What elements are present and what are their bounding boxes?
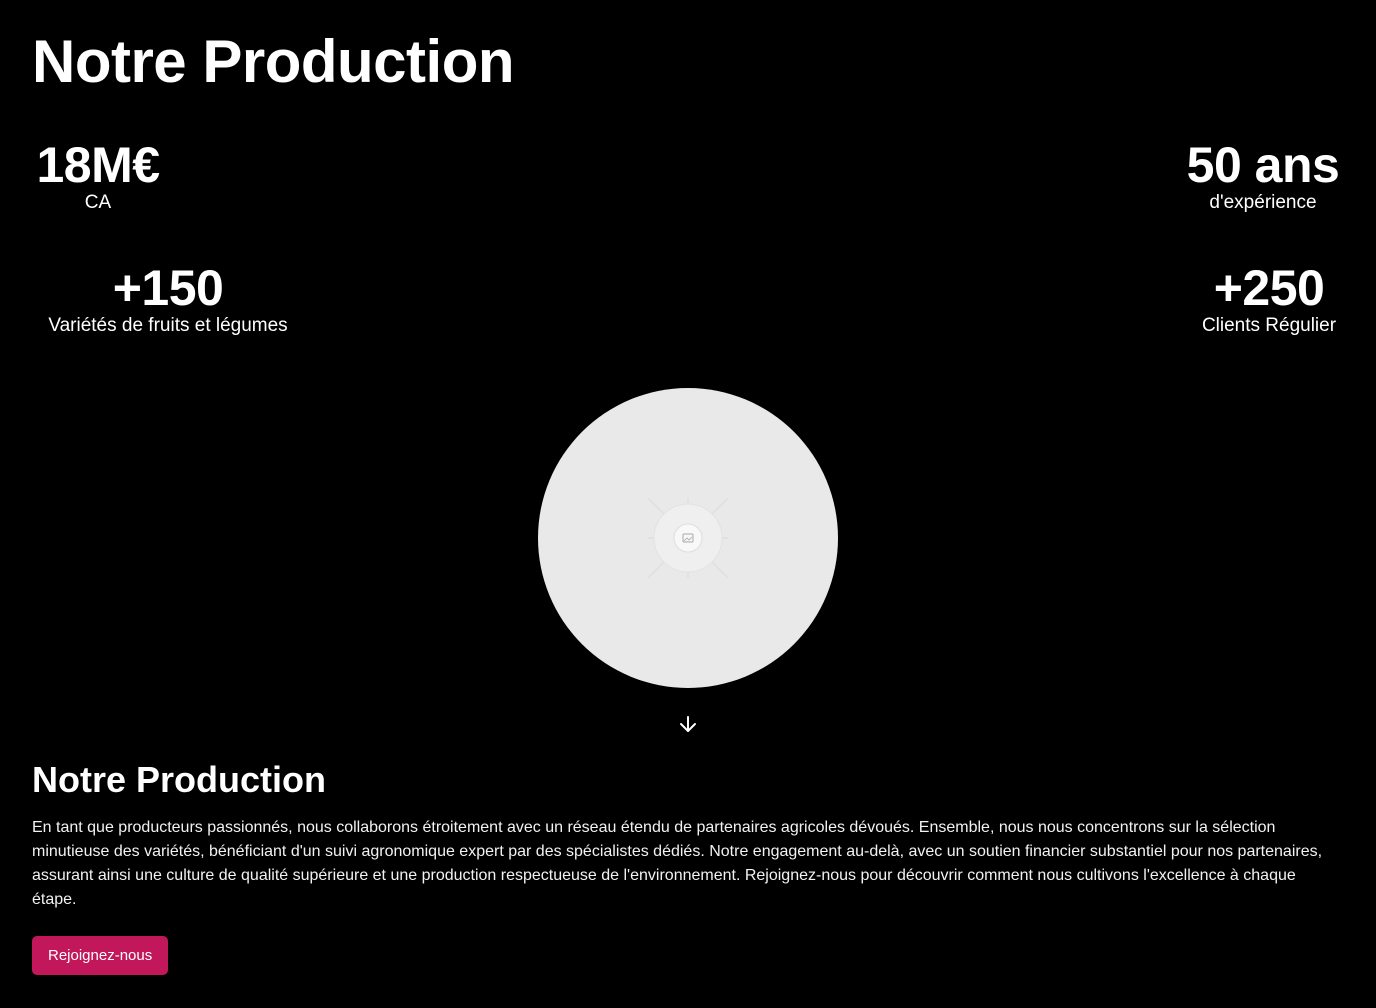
stat-clients-label: Clients Régulier [1201, 315, 1337, 336]
arrow-down-icon[interactable] [676, 712, 700, 736]
section-description: En tant que producteurs passionnés, nous… [32, 819, 1323, 908]
stat-clients-value: +250 [1213, 260, 1325, 316]
stat-revenue: 18M€ CA [32, 139, 164, 215]
stat-revenue-value: 18M€ [36, 137, 160, 193]
stat-revenue-label: CA [84, 192, 112, 213]
page-title: Notre Production [32, 28, 515, 95]
stat-varieties-value: +150 [112, 260, 224, 316]
stat-varieties: +150 Variétés de fruits et légumes [32, 262, 304, 338]
stat-varieties-label: Variétés de fruits et légumes [48, 315, 288, 336]
section-title: Notre Production [32, 759, 326, 800]
stat-experience-value: 50 ans [1186, 137, 1340, 193]
stat-experience: 50 ans d'expérience [1182, 139, 1344, 215]
stat-experience-label: d'expérience [1209, 192, 1317, 213]
image-icon [647, 497, 729, 579]
stat-clients: +250 Clients Régulier [1194, 262, 1344, 338]
image-placeholder [538, 388, 838, 688]
join-us-button[interactable]: Rejoignez-nous [32, 936, 169, 975]
